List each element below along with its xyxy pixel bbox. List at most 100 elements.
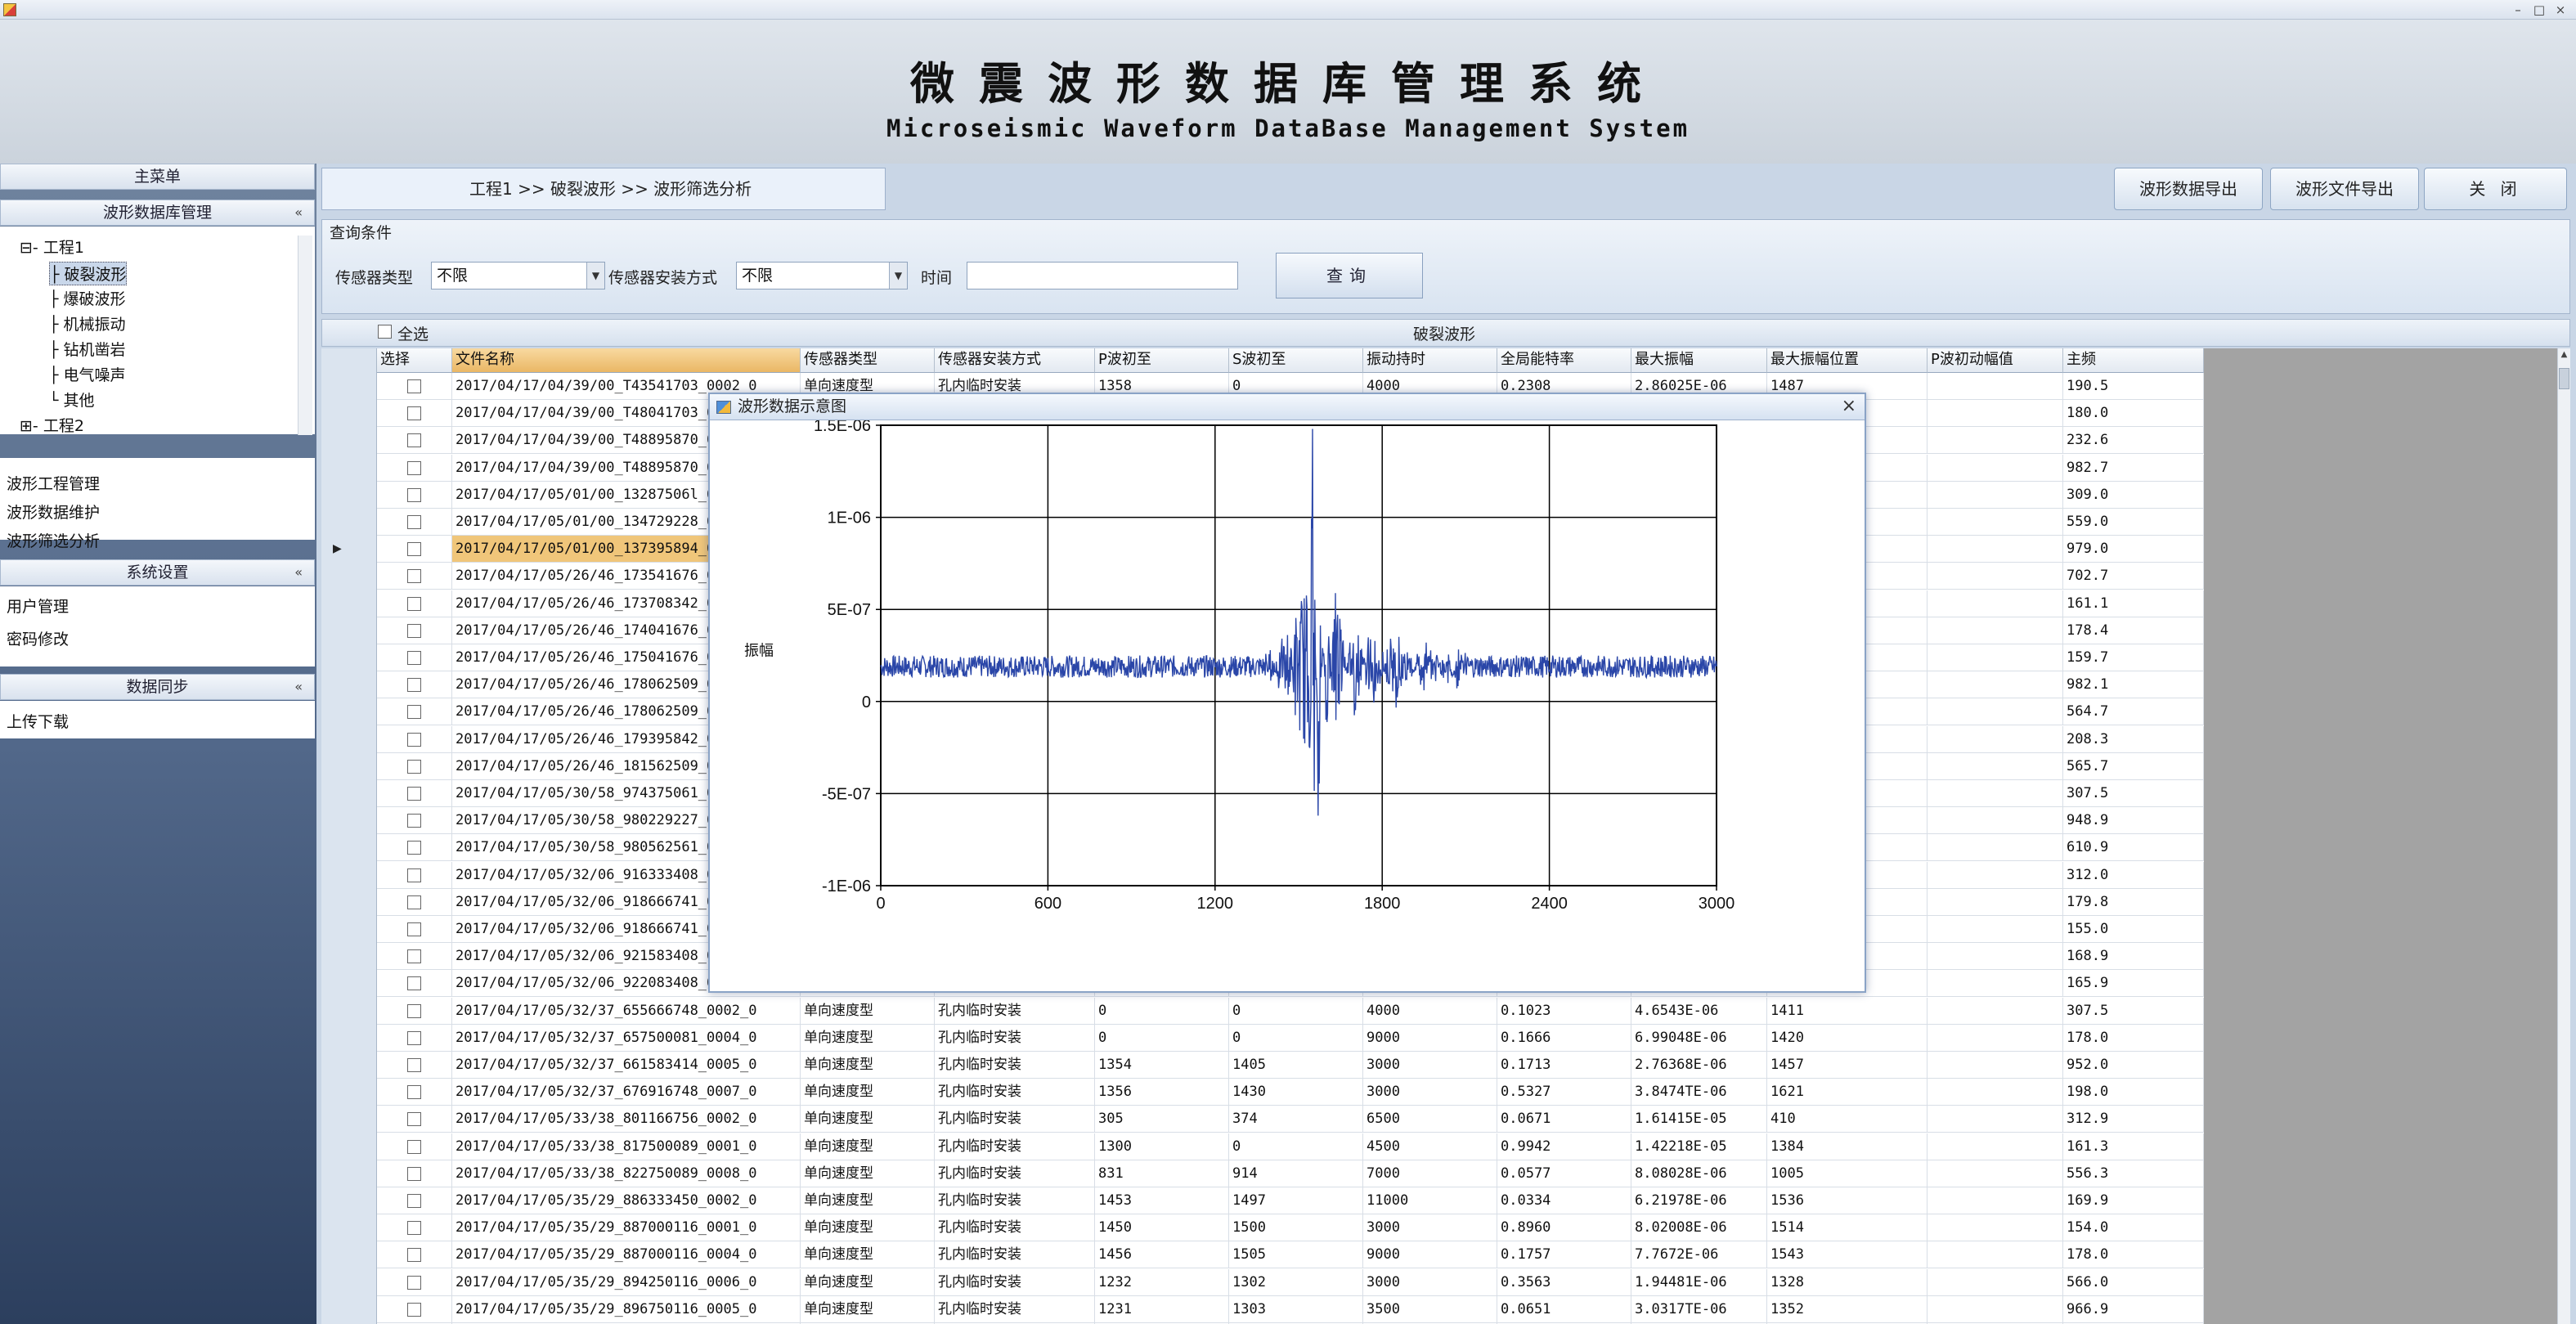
table-row-select-cell[interactable] bbox=[377, 481, 452, 509]
table-row-select-cell[interactable] bbox=[377, 1106, 452, 1133]
table-row-select-cell[interactable] bbox=[377, 1187, 452, 1214]
table-row-select-cell[interactable] bbox=[377, 1133, 452, 1160]
row-checkbox[interactable] bbox=[407, 406, 421, 421]
row-checkbox[interactable] bbox=[407, 1221, 421, 1236]
collapse-icon[interactable]: « bbox=[294, 560, 303, 585]
tree-scrollbar[interactable] bbox=[298, 236, 312, 435]
table-row-select-cell[interactable] bbox=[377, 888, 452, 916]
table-row-select-cell[interactable] bbox=[377, 563, 452, 590]
column-header-col-energy-ratio[interactable]: 全局能特率 bbox=[1497, 348, 1631, 373]
row-checkbox[interactable] bbox=[407, 596, 421, 611]
window-close-button[interactable]: × bbox=[2551, 2, 2569, 18]
column-header-col-file-name[interactable]: 文件名称 bbox=[452, 348, 801, 373]
row-checkbox[interactable] bbox=[407, 1030, 421, 1045]
row-checkbox[interactable] bbox=[407, 949, 421, 964]
dialog-close-button[interactable]: × bbox=[1842, 394, 1856, 419]
table-row-select-cell[interactable] bbox=[377, 1052, 452, 1079]
column-header-col-max-amp-position[interactable]: 最大振幅位置 bbox=[1767, 348, 1928, 373]
column-header-col-max-amplitude[interactable]: 最大振幅 bbox=[1631, 348, 1767, 373]
row-checkbox[interactable] bbox=[407, 1194, 421, 1208]
row-checkbox[interactable] bbox=[407, 460, 421, 475]
row-checkbox[interactable] bbox=[407, 1003, 421, 1018]
column-header-col-p-arrival[interactable]: P波初至 bbox=[1095, 348, 1229, 373]
sensor-type-select[interactable]: 不限 ▼ bbox=[431, 262, 605, 289]
sidebar-link-project-mgmt[interactable]: 波形工程管理 bbox=[7, 472, 100, 494]
column-header-col-select[interactable]: 选择 bbox=[377, 348, 452, 373]
select-all-checkbox[interactable] bbox=[378, 325, 392, 339]
row-checkbox[interactable] bbox=[407, 1302, 421, 1317]
table-row-select-cell[interactable] bbox=[377, 644, 452, 671]
tree-item-mechanical[interactable]: ├ 机械振动 bbox=[49, 312, 125, 334]
table-row-select-cell[interactable] bbox=[377, 400, 452, 428]
row-checkbox[interactable] bbox=[407, 787, 421, 801]
close-button[interactable]: 关 闭 bbox=[2424, 168, 2567, 210]
install-method-select[interactable]: 不限 ▼ bbox=[736, 262, 908, 289]
table-row-select-cell[interactable] bbox=[377, 943, 452, 971]
row-checkbox[interactable] bbox=[407, 1248, 421, 1263]
row-checkbox[interactable] bbox=[407, 841, 421, 855]
sync-section-header[interactable]: 数据同步 « bbox=[0, 674, 315, 700]
table-row-select-cell[interactable] bbox=[377, 1295, 452, 1323]
db-section-header[interactable]: 波形数据库管理 « bbox=[0, 200, 315, 226]
table-row-select-cell[interactable] bbox=[377, 1241, 452, 1269]
table-scrollbar[interactable]: ▲ bbox=[2557, 348, 2570, 1324]
export-file-button[interactable]: 波形文件导出 bbox=[2270, 168, 2419, 210]
table-row-select-cell[interactable] bbox=[377, 671, 452, 699]
search-button[interactable]: 查询 bbox=[1276, 253, 1423, 298]
maximize-button[interactable]: □ bbox=[2530, 2, 2548, 18]
sidebar-link-data-maint[interactable]: 波形数据维护 bbox=[7, 500, 100, 523]
table-row-select-cell[interactable] bbox=[377, 536, 452, 563]
table-row-select-cell[interactable] bbox=[377, 1214, 452, 1242]
table-row-select-cell[interactable] bbox=[377, 1024, 452, 1052]
time-input[interactable] bbox=[967, 262, 1238, 289]
collapse-icon[interactable]: « bbox=[294, 675, 303, 699]
table-row-select-cell[interactable] bbox=[377, 997, 452, 1025]
column-header-col-main-freq[interactable]: 主频 bbox=[2063, 348, 2204, 373]
row-checkbox[interactable] bbox=[407, 1166, 421, 1181]
column-header-col-p-first-motion[interactable]: P波初动幅值 bbox=[1928, 348, 2063, 373]
dropdown-arrow-icon[interactable]: ▼ bbox=[586, 263, 604, 289]
tree-item-rupture[interactable]: ├ 破裂波形 bbox=[49, 262, 128, 285]
table-row-select-cell[interactable] bbox=[377, 509, 452, 536]
row-checkbox[interactable] bbox=[407, 651, 421, 665]
sidebar-link-user-mgmt[interactable]: 用户管理 bbox=[7, 595, 69, 617]
column-header-col-duration[interactable]: 振动持时 bbox=[1363, 348, 1497, 373]
table-row-select-cell[interactable] bbox=[377, 725, 452, 753]
row-checkbox[interactable] bbox=[407, 542, 421, 557]
tree-item-electrical[interactable]: ├ 电气噪声 bbox=[49, 363, 125, 385]
row-checkbox[interactable] bbox=[407, 1139, 421, 1154]
row-checkbox[interactable] bbox=[407, 895, 421, 909]
table-row-select-cell[interactable] bbox=[377, 698, 452, 726]
row-checkbox[interactable] bbox=[407, 1085, 421, 1100]
row-checkbox[interactable] bbox=[407, 379, 421, 393]
row-checkbox[interactable] bbox=[407, 1112, 421, 1127]
table-row-select-cell[interactable] bbox=[377, 780, 452, 807]
tree-item-drilling[interactable]: ├ 钻机凿岩 bbox=[49, 338, 125, 360]
minimize-button[interactable]: – bbox=[2509, 2, 2527, 18]
row-checkbox[interactable] bbox=[407, 623, 421, 638]
table-row-select-cell[interactable] bbox=[377, 1268, 452, 1296]
table-row-select-cell[interactable] bbox=[377, 752, 452, 780]
row-checkbox[interactable] bbox=[407, 814, 421, 828]
table-row-select-cell[interactable] bbox=[377, 373, 452, 400]
scroll-up-icon[interactable]: ▲ bbox=[2559, 350, 2569, 361]
table-row-select-cell[interactable] bbox=[377, 834, 452, 862]
column-header-col-s-arrival[interactable]: S波初至 bbox=[1229, 348, 1363, 373]
table-row-select-cell[interactable] bbox=[377, 617, 452, 644]
table-row-select-cell[interactable] bbox=[377, 861, 452, 889]
tree-item-project2[interactable]: ⊞- 工程2 bbox=[20, 414, 84, 436]
column-header-col-sensor-type[interactable]: 传感器类型 bbox=[801, 348, 935, 373]
dropdown-arrow-icon[interactable]: ▼ bbox=[889, 263, 907, 289]
sidebar-link-password[interactable]: 密码修改 bbox=[7, 627, 69, 649]
sidebar-link-upload-download[interactable]: 上传下载 bbox=[7, 710, 69, 732]
table-row-select-cell[interactable] bbox=[377, 454, 452, 482]
tree-item-other[interactable]: └ 其他 bbox=[49, 388, 94, 411]
table-row-select-cell[interactable] bbox=[377, 970, 452, 998]
table-row-select-cell[interactable] bbox=[377, 1160, 452, 1187]
export-data-button[interactable]: 波形数据导出 bbox=[2114, 168, 2263, 210]
row-checkbox[interactable] bbox=[407, 487, 421, 502]
column-header-col-install-method[interactable]: 传感器安装方式 bbox=[935, 348, 1095, 373]
row-checkbox[interactable] bbox=[407, 678, 421, 693]
scroll-thumb[interactable] bbox=[2559, 368, 2569, 389]
row-checkbox[interactable] bbox=[407, 759, 421, 774]
